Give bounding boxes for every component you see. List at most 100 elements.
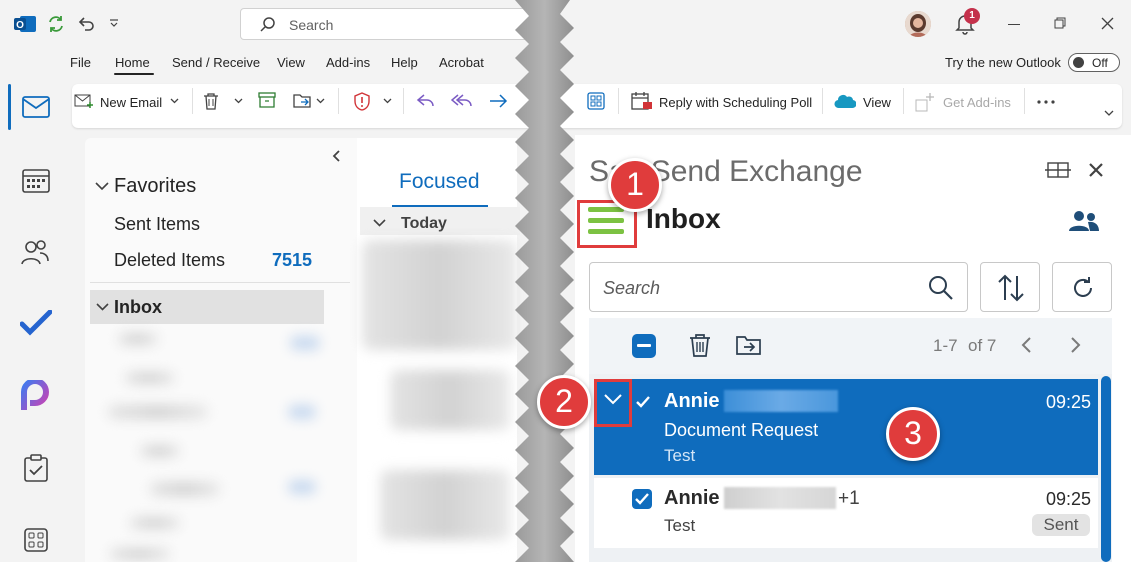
menu-file[interactable]: File (70, 55, 91, 70)
ribbon-expand-icon[interactable] (1104, 110, 1114, 116)
prev-page-icon[interactable] (1020, 336, 1032, 354)
today-chevron-icon[interactable] (373, 219, 386, 227)
ribbon-divider (618, 88, 619, 114)
ribbon-divider (338, 88, 339, 114)
toggle-state: Off (1092, 56, 1108, 70)
tab-focused[interactable]: Focused (399, 170, 480, 194)
list-scrollbar[interactable] (1101, 376, 1111, 562)
blurred-folder (130, 517, 180, 529)
new-email-button[interactable]: New Email (100, 95, 162, 110)
inbox-chevron-icon[interactable] (96, 303, 109, 311)
get-addins-button[interactable]: Get Add-ins (943, 95, 1011, 110)
search-icon (259, 16, 277, 34)
item-preview: Test (664, 516, 696, 535)
sent-badge: Sent (1032, 514, 1090, 536)
move-dropdown-icon[interactable] (316, 98, 325, 104)
calendar-icon[interactable] (22, 167, 50, 193)
move-icon[interactable] (293, 91, 313, 109)
next-page-icon[interactable] (1070, 336, 1082, 354)
blurred-message[interactable] (362, 240, 517, 350)
select-all-checkbox[interactable] (632, 334, 656, 358)
redacted-name (724, 487, 836, 509)
refresh-button[interactable] (1052, 262, 1112, 312)
menu-help[interactable]: Help (391, 55, 418, 70)
folder-sent-items[interactable]: Sent Items (114, 214, 200, 235)
archive-icon[interactable] (258, 92, 276, 108)
collapse-pane-icon[interactable] (331, 150, 341, 162)
delete-dropdown-icon[interactable] (234, 98, 243, 104)
blurred-count (290, 336, 320, 350)
safesend-search-input[interactable]: Search (589, 262, 968, 312)
undo-icon[interactable] (76, 14, 96, 34)
menu-view[interactable]: View (277, 55, 305, 70)
avatar[interactable] (905, 11, 931, 37)
sort-arrows-icon (997, 274, 1025, 302)
blurred-count (288, 405, 316, 419)
menu-addins[interactable]: Add-ins (326, 55, 370, 70)
item-extra-recipients: +1 (838, 488, 860, 509)
inbox-folder-label[interactable]: Inbox (114, 297, 162, 318)
pager-range: 1-7 (933, 336, 958, 355)
close-window-icon[interactable] (1101, 17, 1114, 30)
blurred-folder (110, 548, 170, 560)
appbar-active-indicator (8, 84, 11, 130)
callout-highlight-chevron (594, 379, 632, 427)
tasks-clipboard-icon[interactable] (24, 454, 48, 482)
close-pane-icon[interactable] (1088, 162, 1104, 178)
notification-badge: 1 (964, 8, 980, 24)
today-label: Today (401, 215, 447, 232)
blurred-folder (108, 405, 208, 419)
safesend-move-icon[interactable] (736, 334, 762, 356)
restore-icon[interactable] (1054, 17, 1066, 29)
try-new-outlook-label: Try the new Outlook (945, 55, 1061, 70)
sync-icon[interactable] (46, 14, 66, 34)
new-email-dropdown-icon[interactable] (170, 98, 179, 104)
item-subject: Document Request (664, 420, 819, 440)
safesend-delete-icon[interactable] (689, 333, 711, 357)
reply-all-icon[interactable] (451, 93, 473, 109)
salesforce-cloud-icon (834, 94, 856, 109)
quick-access-dropdown-icon[interactable] (108, 17, 120, 29)
report-shield-icon[interactable] (353, 92, 371, 111)
mail-icon[interactable] (22, 96, 50, 118)
more-apps-icon[interactable] (24, 528, 48, 552)
get-addins-icon (915, 92, 935, 112)
item-checkmark-icon[interactable] (635, 395, 651, 409)
delete-icon[interactable] (203, 92, 219, 110)
minimize-icon[interactable] (1008, 24, 1020, 25)
folder-pane (85, 138, 357, 562)
reply-icon[interactable] (416, 93, 436, 109)
safesend-toolbar (589, 318, 1112, 374)
safesend-search-icon[interactable] (928, 275, 954, 301)
loop-icon[interactable] (20, 380, 50, 412)
menu-home-underline (114, 73, 154, 75)
contacts-icon[interactable] (1069, 210, 1099, 232)
more-options-icon[interactable] (1037, 100, 1057, 104)
reply-scheduling-poll-button[interactable]: Reply with Scheduling Poll (659, 95, 812, 110)
safesend-inbox-header: Inbox (646, 203, 721, 234)
people-icon[interactable] (20, 238, 50, 266)
report-dropdown-icon[interactable] (383, 98, 392, 104)
todo-check-icon[interactable] (20, 310, 52, 336)
blurred-message[interactable] (390, 370, 510, 430)
favorites-header[interactable]: Favorites (114, 175, 196, 198)
try-new-outlook-toggle[interactable]: Off (1068, 53, 1120, 72)
pin-pane-icon[interactable] (1044, 160, 1072, 180)
favorites-chevron-icon[interactable] (95, 182, 109, 191)
menu-send-receive[interactable]: Send / Receive (172, 55, 260, 70)
search-input[interactable]: Search (240, 8, 540, 40)
folder-deleted-items[interactable]: Deleted Items (114, 250, 225, 271)
menu-home[interactable]: Home (115, 55, 150, 70)
scheduling-poll-icon (631, 91, 653, 111)
menu-acrobat[interactable]: Acrobat (439, 55, 484, 70)
sort-button[interactable] (980, 262, 1040, 312)
item-checkbox-checked[interactable] (632, 489, 652, 509)
view-button[interactable]: View (863, 95, 891, 110)
blurred-message[interactable] (380, 470, 510, 540)
ribbon-divider (403, 88, 404, 114)
blurred-folder (150, 482, 220, 496)
blurred-folder (125, 372, 175, 384)
select-all-dash (637, 344, 651, 347)
safesend-search-placeholder: Search (603, 278, 661, 298)
item-sender: Annie (664, 390, 720, 412)
